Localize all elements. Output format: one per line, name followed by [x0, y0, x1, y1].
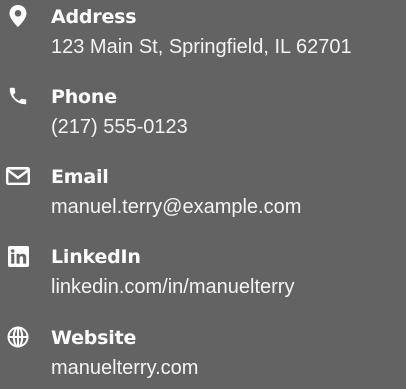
address-label: Address: [51, 6, 137, 28]
contact-list: Address 123 Main St, Springfield, IL 627…: [0, 0, 406, 385]
address-value: 123 Main St, Springfield, IL 62701: [51, 36, 352, 58]
linkedin-label: LinkedIn: [51, 246, 141, 268]
contact-item-website: Website manuelterry.com: [0, 325, 406, 389]
phone-label: Phone: [51, 86, 117, 108]
contact-item-phone: Phone (217) 555-0123: [0, 84, 406, 148]
contact-item-address: Address 123 Main St, Springfield, IL 627…: [0, 4, 406, 68]
envelope-icon: [6, 164, 30, 188]
email-value[interactable]: manuel.terry@example.com: [51, 193, 301, 221]
contact-item-linkedin: LinkedIn linkedin.com/in/manuelterry: [0, 244, 406, 308]
linkedin-value[interactable]: linkedin.com/in/manuelterry: [51, 273, 294, 301]
map-marker-icon: [6, 4, 30, 28]
phone-value[interactable]: (217) 555-0123: [51, 113, 188, 141]
linkedin-icon: [6, 244, 30, 268]
website-value[interactable]: manuelterry.com: [51, 354, 198, 382]
phone-icon: [6, 84, 30, 108]
globe-icon: [6, 325, 30, 349]
website-label: Website: [51, 327, 137, 349]
contact-item-email: Email manuel.terry@example.com: [0, 164, 406, 228]
email-label: Email: [51, 166, 109, 188]
